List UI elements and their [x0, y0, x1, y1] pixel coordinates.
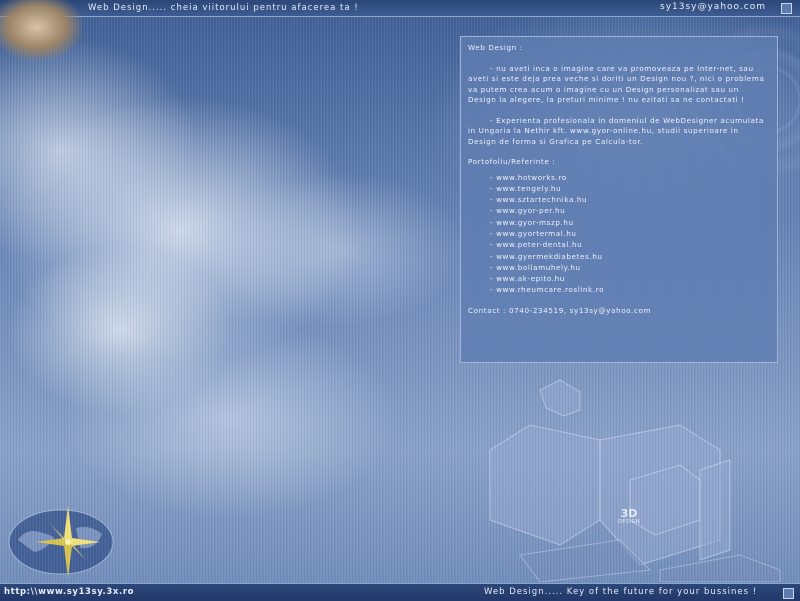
- 3d-design-structure: [489, 379, 781, 582]
- footer-url[interactable]: http:\\www.sy13sy.3x.ro: [4, 587, 134, 597]
- portfolio-link[interactable]: - www.peter-dental.hu: [490, 239, 769, 250]
- portfolio-link[interactable]: - www.gyor-mszp.hu: [490, 217, 769, 228]
- intro-paragraph: - nu aveti inca o imagine care va promov…: [468, 63, 765, 105]
- corner-icon[interactable]: [783, 588, 794, 599]
- portfolio-link[interactable]: - www.rheumcare.roslink.ro: [490, 284, 769, 295]
- portfolio-title: Portofoliu/Referinte :: [468, 157, 556, 166]
- 3d-design-logo: 3D DESIGN: [612, 508, 646, 526]
- content-panel: Web Design : - nu aveti inca o imagine c…: [460, 36, 778, 363]
- logo-3d-text: 3D: [620, 507, 638, 520]
- portfolio-list: - www.hotworks.ro - www.tengely.hu - www…: [468, 172, 769, 296]
- portfolio-link[interactable]: - www.ak-epito.hu: [490, 273, 769, 284]
- portfolio-link[interactable]: - www.gyortermal.hu: [490, 228, 769, 239]
- top-bar: Web Design..... cheia viitorului pentru …: [0, 0, 800, 17]
- logo-design-text: DESIGN: [617, 519, 641, 525]
- portfolio-link[interactable]: - www.tengely.hu: [490, 183, 769, 194]
- footer-tagline: Web Design..... Key of the future for yo…: [484, 587, 758, 597]
- portfolio-link[interactable]: - www.hotworks.ro: [490, 172, 769, 183]
- portfolio-link[interactable]: - www.gyor-per.hu: [490, 205, 769, 216]
- portfolio-link[interactable]: - www.bollamuhely.hu: [490, 262, 769, 273]
- bottom-bar: http:\\www.sy13sy.3x.ro Web Design..... …: [0, 583, 800, 601]
- experience-paragraph: - Experienta profesionala in domeniul de…: [468, 115, 764, 146]
- header-tagline: Web Design..... cheia viitorului pentru …: [88, 3, 359, 13]
- contact-line: Contact : 0740-234519, sy13sy@yahoo.com: [468, 305, 652, 315]
- handshake-image: [0, 0, 82, 60]
- window-icon[interactable]: [781, 3, 792, 14]
- portfolio-link[interactable]: - www.sztartechnika.hu: [490, 194, 769, 205]
- header-email[interactable]: sy13sy@yahoo.com: [660, 2, 766, 12]
- portfolio-link[interactable]: - www.gyermekdiabetes.hu: [490, 251, 769, 262]
- panel-heading: Web Design :: [468, 43, 523, 52]
- globe-compass-icon: [8, 506, 114, 578]
